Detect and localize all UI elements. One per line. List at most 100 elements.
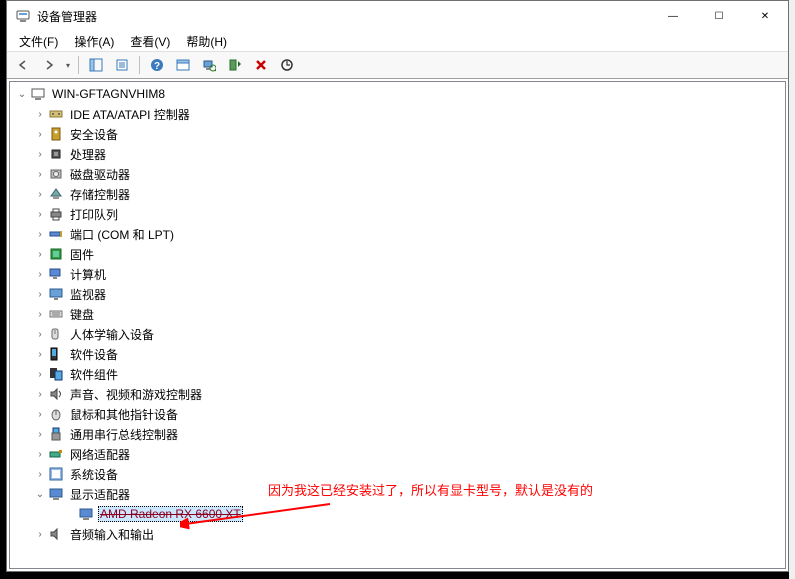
app-icon xyxy=(15,8,31,24)
tree-category-15[interactable]: › 鼠标和其他指针设备 xyxy=(10,404,785,424)
disk-icon xyxy=(48,166,64,182)
hid-icon xyxy=(48,326,64,342)
expander-icon[interactable]: › xyxy=(32,206,48,222)
node-label: 人体学输入设备 xyxy=(68,325,156,344)
titlebar: 设备管理器 — ☐ ✕ xyxy=(7,1,788,31)
mouse-icon xyxy=(48,406,64,422)
expander-icon[interactable]: › xyxy=(32,106,48,122)
node-label: 计算机 xyxy=(68,265,108,284)
expander-icon[interactable]: ⌄ xyxy=(32,486,48,502)
node-label: 打印队列 xyxy=(68,205,120,224)
expander-icon[interactable]: › xyxy=(32,146,48,162)
node-label: 安全设备 xyxy=(68,125,120,144)
expander-icon[interactable]: › xyxy=(32,246,48,262)
node-label: 鼠标和其他指针设备 xyxy=(68,405,180,424)
svg-text:?: ? xyxy=(154,61,160,72)
expander-icon[interactable]: › xyxy=(32,306,48,322)
node-label: 声音、视频和游戏控制器 xyxy=(68,385,204,404)
system-icon xyxy=(48,466,64,482)
tree-category-5[interactable]: › 打印队列 xyxy=(10,204,785,224)
tree-category-17[interactable]: › 网络适配器 xyxy=(10,444,785,464)
node-label: 软件组件 xyxy=(68,365,120,384)
node-label: 音频输入和输出 xyxy=(68,525,156,544)
node-label: AMD Radeon RX 6600 XT xyxy=(98,506,243,522)
tree-category-18[interactable]: ›系统设备 xyxy=(10,464,785,484)
expander-icon[interactable]: › xyxy=(32,366,48,382)
expander-icon[interactable]: ⌄ xyxy=(14,86,30,102)
menu-view[interactable]: 查看(V) xyxy=(122,31,178,52)
tree-category-7[interactable]: › 固件 xyxy=(10,244,785,264)
tree-device-19-0[interactable]: AMD Radeon RX 6600 XT xyxy=(10,504,785,524)
nav-forward-button[interactable] xyxy=(37,54,61,76)
properties-button[interactable] xyxy=(110,54,134,76)
tree-category-12[interactable]: ›软件设备 xyxy=(10,344,785,364)
close-button[interactable]: ✕ xyxy=(742,1,788,31)
port-icon xyxy=(48,226,64,242)
showhide-tree-button[interactable] xyxy=(84,54,108,76)
tree-category-4[interactable]: ›存储控制器 xyxy=(10,184,785,204)
tree-category-20[interactable]: › 音频输入和输出 xyxy=(10,524,785,544)
node-label: 网络适配器 xyxy=(68,445,132,464)
expander-icon[interactable]: › xyxy=(32,346,48,362)
expander-icon[interactable]: › xyxy=(32,126,48,142)
nav-dropdown[interactable]: ▾ xyxy=(63,61,73,70)
expander-icon[interactable]: › xyxy=(32,326,48,342)
expander-icon[interactable]: › xyxy=(32,186,48,202)
expander-icon[interactable]: › xyxy=(32,406,48,422)
tree-category-0[interactable]: ›IDE ATA/ATAPI 控制器 xyxy=(10,104,785,124)
tree-category-11[interactable]: › 人体学输入设备 xyxy=(10,324,785,344)
expander-icon[interactable]: › xyxy=(32,466,48,482)
uninstall-button[interactable] xyxy=(249,54,273,76)
expander-icon[interactable]: › xyxy=(32,166,48,182)
tree-category-6[interactable]: ›端口 (COM 和 LPT) xyxy=(10,224,785,244)
tree-category-8[interactable]: › 计算机 xyxy=(10,264,785,284)
tree-panel[interactable]: ⌄WIN-GFTAGNVHIM8›IDE ATA/ATAPI 控制器›安全设备›… xyxy=(9,81,786,569)
node-label: WIN-GFTAGNVHIM8 xyxy=(50,86,167,102)
menu-action[interactable]: 操作(A) xyxy=(66,31,122,52)
security-icon xyxy=(48,126,64,142)
node-label: 固件 xyxy=(68,245,96,264)
tree-root[interactable]: ⌄ WIN-GFTAGNVHIM8 xyxy=(10,84,785,104)
tree-category-9[interactable]: › 监视器 xyxy=(10,284,785,304)
printer-icon xyxy=(48,206,64,222)
update-driver-button[interactable] xyxy=(275,54,299,76)
expander-icon[interactable]: › xyxy=(32,526,48,542)
node-label: 键盘 xyxy=(68,305,96,324)
details-button[interactable] xyxy=(171,54,195,76)
tree-category-14[interactable]: › 声音、视频和游戏控制器 xyxy=(10,384,785,404)
help-button[interactable]: ? xyxy=(145,54,169,76)
tree-category-13[interactable]: › 软件组件 xyxy=(10,364,785,384)
storage-icon xyxy=(48,186,64,202)
tree-category-19[interactable]: ⌄ 显示适配器 xyxy=(10,484,785,504)
monitor-icon xyxy=(48,286,64,302)
expander-icon[interactable]: › xyxy=(32,426,48,442)
network-icon xyxy=(48,446,64,462)
menubar: 文件(F) 操作(A) 查看(V) 帮助(H) xyxy=(7,31,788,51)
menu-help[interactable]: 帮助(H) xyxy=(178,31,235,52)
expander-icon[interactable]: › xyxy=(32,386,48,402)
node-label: 磁盘驱动器 xyxy=(68,165,132,184)
minimize-button[interactable]: — xyxy=(650,1,696,31)
audio-icon xyxy=(48,526,64,542)
expander-icon[interactable]: › xyxy=(32,266,48,282)
add-legacy-button[interactable] xyxy=(223,54,247,76)
tree-category-10[interactable]: › 键盘 xyxy=(10,304,785,324)
ide-icon xyxy=(48,106,64,122)
menu-file[interactable]: 文件(F) xyxy=(11,31,66,52)
maximize-button[interactable]: ☐ xyxy=(696,1,742,31)
display-icon xyxy=(48,486,64,502)
expander-icon[interactable]: › xyxy=(32,286,48,302)
node-label: 显示适配器 xyxy=(68,485,132,504)
pc-icon xyxy=(30,86,46,102)
expander-icon[interactable] xyxy=(62,506,78,522)
tree-category-1[interactable]: › 安全设备 xyxy=(10,124,785,144)
scan-button[interactable] xyxy=(197,54,221,76)
keyboard-icon xyxy=(48,306,64,322)
tree-category-3[interactable]: › 磁盘驱动器 xyxy=(10,164,785,184)
nav-back-button[interactable] xyxy=(11,54,35,76)
expander-icon[interactable]: › xyxy=(32,226,48,242)
tree-category-2[interactable]: ›处理器 xyxy=(10,144,785,164)
expander-icon[interactable]: › xyxy=(32,446,48,462)
tree-category-16[interactable]: ›通用串行总线控制器 xyxy=(10,424,785,444)
node-label: 监视器 xyxy=(68,285,108,304)
